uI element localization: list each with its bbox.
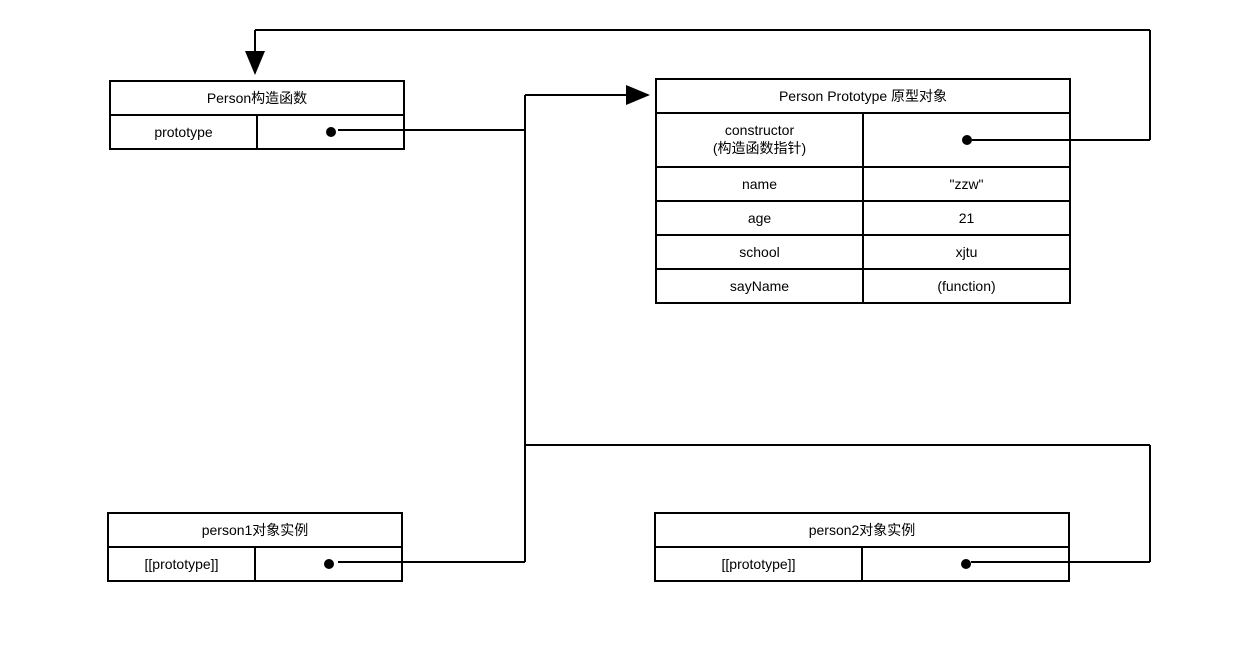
person1-box-title: person1对象实例: [109, 514, 401, 548]
person1-box: person1对象实例 [[prototype]]: [107, 512, 403, 582]
prototype-box: Person Prototype 原型对象 constructor (构造函数指…: [655, 78, 1071, 304]
prototype-constructor-label-line2: (构造函数指针): [713, 138, 806, 158]
constructor-box: Person构造函数 prototype: [109, 80, 405, 150]
prototype-name-value: "zzw": [864, 168, 1069, 200]
pointer-dot-icon: [962, 135, 972, 145]
prototype-box-title: Person Prototype 原型对象: [657, 80, 1069, 114]
prototype-age-value: 21: [864, 202, 1069, 234]
prototype-row-school: school xjtu: [657, 236, 1069, 270]
prototype-constructor-label: constructor (构造函数指针): [657, 114, 864, 166]
prototype-row-name: name "zzw": [657, 168, 1069, 202]
prototype-age-label: age: [657, 202, 864, 234]
person2-row: [[prototype]]: [656, 548, 1068, 580]
prototype-name-label: name: [657, 168, 864, 200]
person2-prototype-pointer: [863, 548, 1068, 580]
pointer-dot-icon: [961, 559, 971, 569]
prototype-sayname-value: (function): [864, 270, 1069, 302]
person1-prototype-label: [[prototype]]: [109, 548, 256, 580]
person2-box: person2对象实例 [[prototype]]: [654, 512, 1070, 582]
constructor-box-title: Person构造函数: [111, 82, 403, 116]
person2-prototype-label: [[prototype]]: [656, 548, 863, 580]
prototype-row-constructor: constructor (构造函数指针): [657, 114, 1069, 168]
prototype-school-value: xjtu: [864, 236, 1069, 268]
prototype-constructor-label-line1: constructor: [725, 122, 794, 138]
person1-prototype-pointer: [256, 548, 401, 580]
pointer-dot-icon: [326, 127, 336, 137]
prototype-sayname-label: sayName: [657, 270, 864, 302]
person1-row: [[prototype]]: [109, 548, 401, 580]
prototype-row-age: age 21: [657, 202, 1069, 236]
constructor-box-row: prototype: [111, 116, 403, 148]
prototype-school-label: school: [657, 236, 864, 268]
constructor-prototype-label: prototype: [111, 116, 258, 148]
constructor-prototype-pointer: [258, 116, 403, 148]
pointer-dot-icon: [324, 559, 334, 569]
prototype-constructor-pointer: [864, 114, 1069, 166]
prototype-row-sayname: sayName (function): [657, 270, 1069, 302]
person2-box-title: person2对象实例: [656, 514, 1068, 548]
